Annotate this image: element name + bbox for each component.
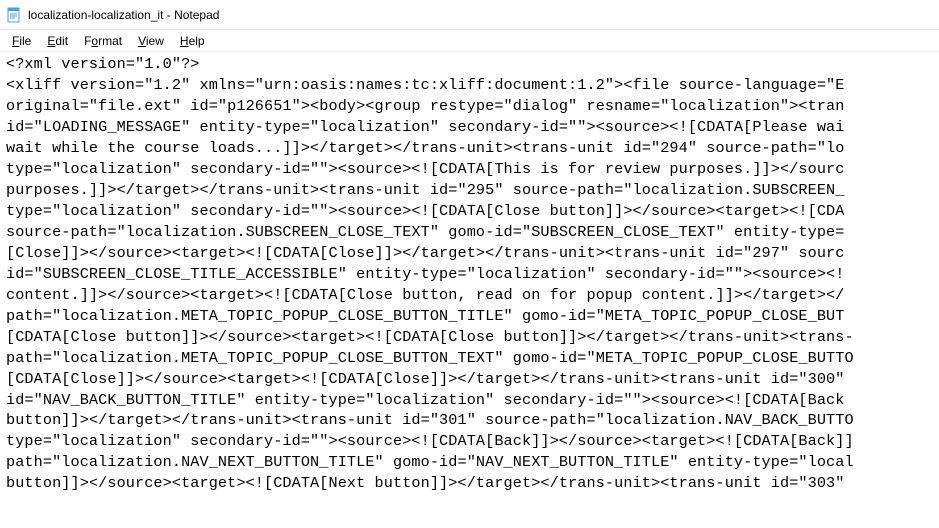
text-area[interactable]: <?xml version="1.0"?> <xliff version="1.… xyxy=(0,52,939,496)
document-name: localization-localization_it xyxy=(28,8,163,22)
menubar: File Edit Format View Help xyxy=(0,30,939,52)
menu-edit[interactable]: Edit xyxy=(39,32,76,50)
menu-help[interactable]: Help xyxy=(172,32,213,50)
menu-file[interactable]: File xyxy=(4,32,39,50)
window-title: localization-localization_it - Notepad xyxy=(28,8,219,22)
menu-format[interactable]: Format xyxy=(76,32,130,50)
menu-view[interactable]: View xyxy=(130,32,172,50)
app-name: Notepad xyxy=(174,8,219,22)
titlebar: localization-localization_it - Notepad xyxy=(0,0,939,30)
notepad-icon xyxy=(6,7,22,23)
